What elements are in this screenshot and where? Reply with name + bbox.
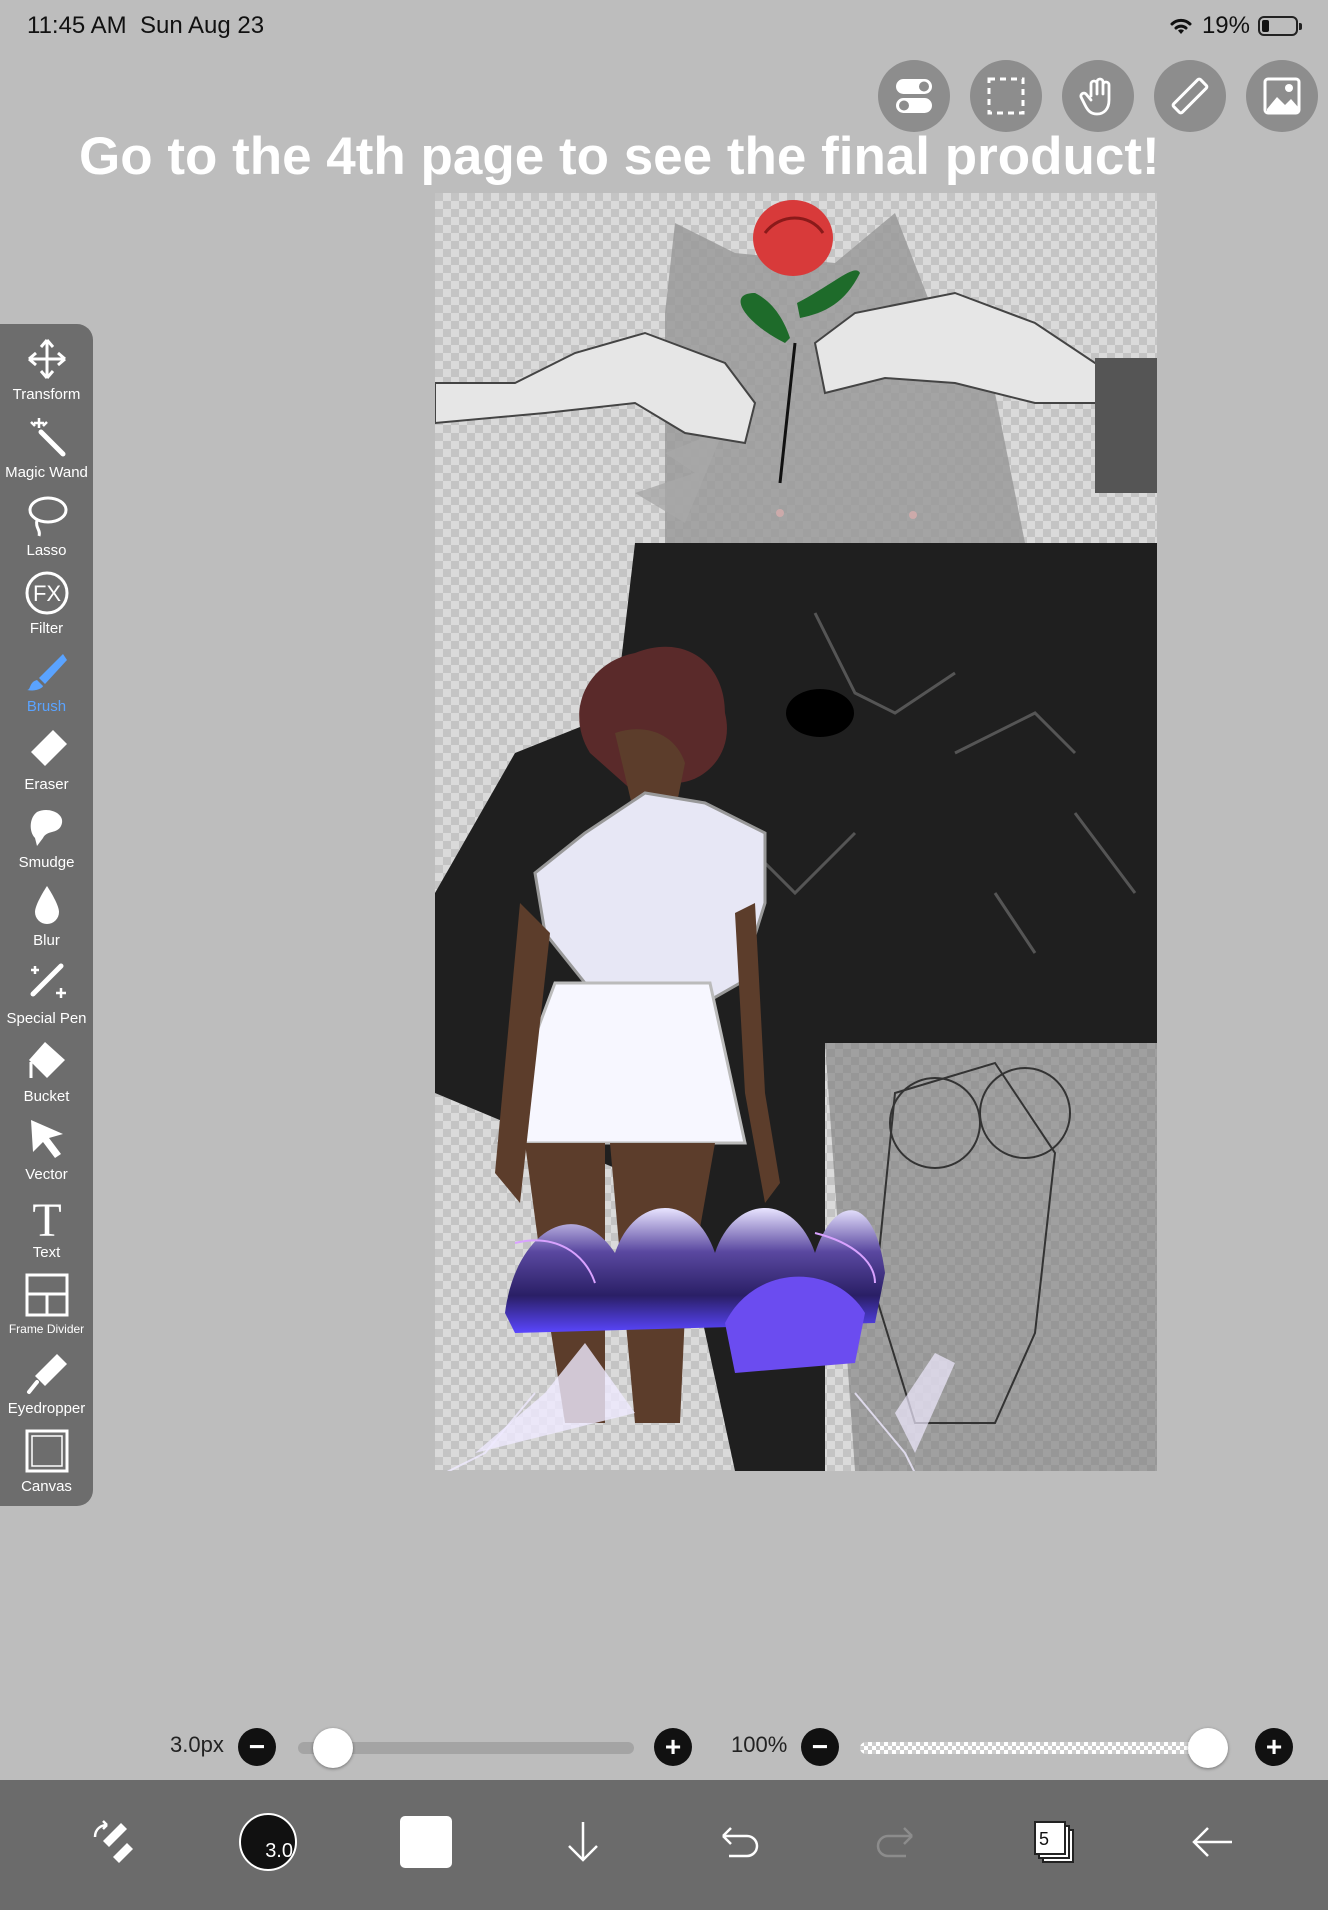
ruler-button[interactable] — [1154, 60, 1226, 132]
status-right: 19% — [1168, 12, 1302, 40]
brush-swap-icon — [93, 1820, 133, 1863]
brush-settings-button[interactable] — [72, 1802, 152, 1882]
move-icon — [27, 339, 66, 379]
brush-size-label: 3.0px — [170, 1732, 224, 1757]
eraser-icon — [30, 730, 67, 766]
eyedropper-icon — [26, 1354, 67, 1394]
opacity-slider[interactable] — [860, 1742, 1228, 1754]
selection-button[interactable] — [970, 60, 1042, 132]
svg-text:FX: FX — [32, 581, 60, 606]
opacity-decrease-button[interactable]: − — [801, 1728, 839, 1766]
tool-brush[interactable]: Brush — [0, 646, 93, 724]
tool-eraser[interactable]: Eraser — [0, 724, 93, 802]
magic-wand-icon — [29, 418, 65, 457]
tool-palette: Transform Magic Wand Lasso FX Filter Bru… — [0, 324, 93, 1506]
toggle-icon — [896, 79, 932, 113]
tool-special-pen[interactable]: Special Pen — [0, 958, 93, 1036]
tool-bucket[interactable]: Bucket — [0, 1036, 93, 1114]
bucket-icon — [28, 1042, 65, 1078]
frame-divider-icon — [25, 1273, 68, 1317]
color-swatch — [400, 1816, 452, 1868]
material-button[interactable] — [1246, 60, 1318, 132]
tool-canvas[interactable]: Canvas — [0, 1426, 93, 1504]
toggle-button[interactable] — [878, 60, 950, 132]
plus-icon: + — [664, 1731, 682, 1762]
color-button[interactable] — [386, 1802, 466, 1882]
text-icon: T — [32, 1194, 61, 1240]
opacity-label: 100% — [731, 1732, 788, 1757]
status-bar: 11:45 AM Sun Aug 23 19% — [0, 0, 1328, 52]
redo-icon — [876, 1827, 913, 1858]
material-icon — [1263, 77, 1301, 115]
bottom-toolbar: 3.0 5 — [0, 1780, 1328, 1910]
selection-icon — [987, 77, 1025, 115]
tool-text[interactable]: T Text — [0, 1192, 93, 1270]
svg-text:T: T — [32, 1194, 61, 1240]
hand-icon — [1079, 77, 1111, 116]
droplet-icon — [34, 886, 59, 924]
undo-button[interactable] — [699, 1802, 779, 1882]
top-toolbar — [878, 60, 1318, 132]
brush-size-increase-button[interactable]: + — [654, 1728, 692, 1766]
top-panel — [435, 193, 1157, 543]
brush-icon — [26, 654, 67, 691]
arrow-down-icon — [568, 1822, 598, 1862]
tool-filter[interactable]: FX Filter — [0, 568, 93, 646]
layers-button[interactable]: 5 — [1014, 1802, 1094, 1882]
headline-text: Go to the 4th page to see the final prod… — [79, 127, 1160, 186]
tool-transform[interactable]: Transform — [0, 334, 93, 412]
save-down-button[interactable] — [543, 1802, 623, 1882]
tool-magic-wand[interactable]: Magic Wand — [0, 412, 93, 490]
redo-button[interactable] — [856, 1802, 936, 1882]
tool-eyedropper[interactable]: Eyedropper — [0, 1348, 93, 1426]
tool-blur[interactable]: Blur — [0, 880, 93, 958]
opacity-increase-button[interactable]: + — [1255, 1728, 1293, 1766]
brush-size-slider-handle[interactable] — [312, 1728, 353, 1768]
plus-icon: + — [1265, 1731, 1283, 1762]
slider-row: 3.0px − + 100% − + — [0, 1716, 1328, 1776]
layers-icon — [1034, 1821, 1074, 1863]
drawing-canvas[interactable] — [435, 193, 1157, 1471]
tool-lasso[interactable]: Lasso — [0, 490, 93, 568]
special-pen-icon — [30, 963, 66, 998]
arrow-left-icon — [1192, 1827, 1232, 1857]
cursor-icon — [30, 1120, 63, 1158]
brush-size-badge: 3.0 — [239, 1813, 297, 1871]
opacity-slider-handle[interactable] — [1188, 1728, 1228, 1768]
hand-button[interactable] — [1062, 60, 1134, 132]
fx-icon: FX — [25, 571, 68, 615]
battery-percent: 19% — [1201, 12, 1250, 39]
back-button[interactable] — [1172, 1802, 1252, 1882]
tool-frame-divider[interactable]: Frame Divider — [0, 1270, 93, 1348]
layer-count: 5 — [1039, 1829, 1050, 1849]
ruler-icon — [1171, 77, 1209, 115]
smudge-icon — [30, 809, 62, 846]
minus-icon: − — [248, 1731, 266, 1762]
canvas-icon — [25, 1429, 68, 1473]
minus-icon: − — [811, 1731, 829, 1762]
tool-smudge[interactable]: Smudge — [0, 802, 93, 880]
lasso-icon — [28, 496, 67, 537]
battery-icon — [1258, 16, 1302, 36]
brush-size-button[interactable]: 3.0 — [228, 1802, 308, 1882]
status-time: 11:45 AM Sun Aug 23 — [27, 12, 265, 39]
wifi-icon — [1170, 18, 1192, 34]
tool-vector[interactable]: Vector — [0, 1114, 93, 1192]
undo-icon — [722, 1827, 759, 1858]
brush-size-decrease-button[interactable]: − — [238, 1728, 276, 1766]
